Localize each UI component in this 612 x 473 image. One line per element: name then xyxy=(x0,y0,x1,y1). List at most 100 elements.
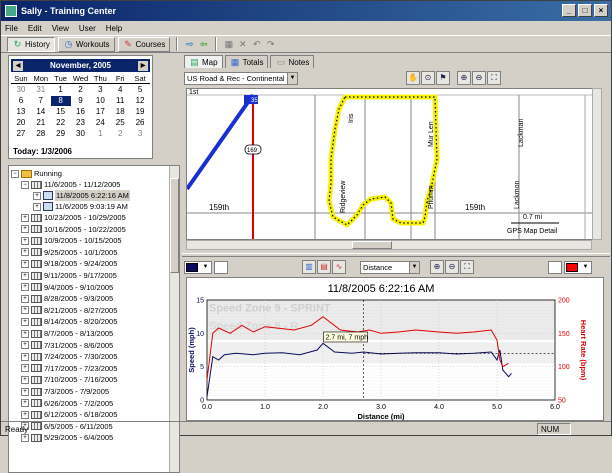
tree-week[interactable]: +9/18/2005 - 9/24/2005 xyxy=(21,258,117,269)
expand-icon[interactable]: + xyxy=(21,352,29,361)
tree-week[interactable]: +6/12/2005 - 6/18/2005 xyxy=(21,409,117,420)
tree-week[interactable]: +8/7/2005 - 8/13/2005 xyxy=(21,328,113,339)
menu-edit[interactable]: Edit xyxy=(28,24,42,33)
tree-week[interactable]: +9/11/2005 - 9/17/2005 xyxy=(21,270,117,281)
redo-icon[interactable]: ↷ xyxy=(265,39,276,50)
chart-zoom-out-icon[interactable]: ⊖ xyxy=(445,260,459,274)
workouts-button[interactable]: ◷ Workouts xyxy=(57,36,115,52)
chart-zoom-in-icon[interactable]: ⊕ xyxy=(430,260,444,274)
right-color-picker[interactable]: ▼ xyxy=(564,260,592,274)
calendar-day[interactable]: 31 xyxy=(31,85,51,95)
map-horizontal-scrollbar[interactable] xyxy=(186,240,592,250)
tree-week[interactable]: +10/23/2005 - 10/29/2005 xyxy=(21,212,126,223)
zoom-in-icon[interactable]: ⊕ xyxy=(457,71,471,85)
chart-view[interactable]: Speed Zone 9 - SPRINT Speed Zone 8 - R 11/… xyxy=(186,277,604,421)
expand-icon[interactable]: + xyxy=(21,213,29,222)
calendar-day[interactable]: 12 xyxy=(130,96,150,106)
courses-button[interactable]: ✎ Courses xyxy=(117,36,171,52)
calendar-day[interactable]: 23 xyxy=(71,118,91,128)
chart-grid-icon[interactable]: ▥ xyxy=(302,260,316,274)
menu-file[interactable]: File xyxy=(5,24,18,33)
tree-activity[interactable]: +11/6/2005 9:03:19 AM xyxy=(33,201,128,212)
tree-week[interactable]: +10/9/2005 - 10/15/2005 xyxy=(21,235,122,246)
tree-week[interactable]: +8/21/2005 - 8/27/2005 xyxy=(21,305,117,316)
tree-activity[interactable]: +11/8/2005 6:22:16 AM xyxy=(33,190,130,201)
undo-icon[interactable]: ↶ xyxy=(251,39,262,50)
tree-week[interactable]: +7/17/2005 - 7/23/2005 xyxy=(21,363,117,374)
zoom-out-icon[interactable]: ⊖ xyxy=(472,71,486,85)
calendar-day[interactable]: 26 xyxy=(130,118,150,128)
map-vertical-scrollbar[interactable] xyxy=(592,88,602,240)
expand-icon[interactable]: + xyxy=(21,375,29,384)
calendar-day[interactable]: 27 xyxy=(11,129,31,139)
calendar-day[interactable]: 9 xyxy=(71,96,91,106)
calendar-day[interactable]: 1 xyxy=(90,129,110,139)
flag-icon[interactable]: ⚑ xyxy=(436,71,450,85)
calendar-day[interactable]: 3 xyxy=(90,85,110,95)
calendar-day[interactable]: 21 xyxy=(31,118,51,128)
expand-icon[interactable]: + xyxy=(21,317,29,326)
expand-icon[interactable]: + xyxy=(21,248,29,257)
calendar-day[interactable]: 30 xyxy=(71,129,91,139)
expand-icon[interactable]: + xyxy=(21,294,29,303)
today-link[interactable]: Today: 1/3/2006 xyxy=(13,147,72,156)
send-to-device-icon[interactable]: ⇨ xyxy=(184,39,195,50)
calendar-day[interactable]: 24 xyxy=(90,118,110,128)
expand-icon[interactable]: + xyxy=(21,283,29,292)
calendar-day[interactable]: 14 xyxy=(31,107,51,117)
calendar-day[interactable]: 19 xyxy=(130,107,150,117)
expand-icon[interactable]: + xyxy=(21,236,29,245)
tree-week[interactable]: +7/24/2005 - 7/30/2005 xyxy=(21,351,117,362)
left-color-picker[interactable]: ▼ xyxy=(184,260,212,274)
calendar-day[interactable]: 25 xyxy=(110,118,130,128)
calendar-day[interactable]: 29 xyxy=(51,129,71,139)
expand-icon[interactable]: + xyxy=(21,329,29,338)
calendar-day[interactable]: 1 xyxy=(51,85,71,95)
expand-icon[interactable]: + xyxy=(21,399,29,408)
maximize-button[interactable]: □ xyxy=(578,4,592,17)
tree-root[interactable]: − Running xyxy=(11,168,62,179)
chart-smooth-icon[interactable]: ∿ xyxy=(332,260,346,274)
expand-icon[interactable]: + xyxy=(33,191,41,200)
calendar-day[interactable]: 2 xyxy=(71,85,91,95)
expand-icon[interactable]: + xyxy=(21,271,29,280)
calendar-day[interactable]: 28 xyxy=(31,129,51,139)
tree-week[interactable]: +7/3/2005 - 7/9/2005 xyxy=(21,386,109,397)
x-axis-select[interactable]: Distance ▼ xyxy=(360,260,420,274)
chart-zoom-fit-icon[interactable]: ⛶ xyxy=(460,260,474,274)
calendar-day[interactable]: 20 xyxy=(11,118,31,128)
calendar-day[interactable]: 11 xyxy=(110,96,130,106)
select-icon[interactable]: ⊙ xyxy=(421,71,435,85)
tree-week[interactable]: +9/25/2005 - 10/1/2005 xyxy=(21,247,117,258)
calendar-day[interactable]: 6 xyxy=(11,96,31,106)
expand-icon[interactable]: + xyxy=(33,202,41,211)
calendar-day[interactable]: 3 xyxy=(130,129,150,139)
collapse-icon[interactable]: − xyxy=(11,169,19,178)
calendar-day[interactable]: 2 xyxy=(110,129,130,139)
map-view[interactable]: 1st 35 169 159th 159th Mur Len Pflumm La… xyxy=(186,88,602,240)
calendar-day[interactable]: 22 xyxy=(51,118,71,128)
tree-week[interactable]: +9/4/2005 - 9/10/2005 xyxy=(21,282,113,293)
expand-icon[interactable]: + xyxy=(21,259,29,268)
map-layer-select[interactable]: US Road & Rec - Continental US ▼ xyxy=(184,71,298,85)
expand-icon[interactable]: + xyxy=(21,341,29,350)
calendar-day[interactable]: 5 xyxy=(130,85,150,95)
pane-splitter[interactable] xyxy=(182,253,610,257)
calendar-day[interactable]: 10 xyxy=(90,96,110,106)
tab-notes[interactable]: ▭ Notes xyxy=(270,55,315,68)
tree-week[interactable]: +8/28/2005 - 9/3/2005 xyxy=(21,293,113,304)
tree-week-open[interactable]: − 11/6/2005 - 11/12/2005 xyxy=(21,179,120,190)
tab-totals[interactable]: ▦ Totals xyxy=(224,55,269,68)
calendar-day[interactable]: 15 xyxy=(51,107,71,117)
left-line-picker[interactable] xyxy=(214,260,228,274)
calendar-day[interactable]: 30 xyxy=(11,85,31,95)
prev-month-icon[interactable]: ◀ xyxy=(13,60,23,71)
minimize-button[interactable]: _ xyxy=(562,4,576,17)
receive-from-device-icon[interactable]: ⇦ xyxy=(198,39,209,50)
calendar-day[interactable]: 8 xyxy=(50,96,71,106)
menu-help[interactable]: Help xyxy=(106,24,122,33)
pan-icon[interactable]: ✋ xyxy=(406,71,420,85)
tree-week[interactable]: +6/26/2005 - 7/2/2005 xyxy=(21,398,113,409)
expand-icon[interactable]: + xyxy=(21,225,29,234)
menu-view[interactable]: View xyxy=(52,24,69,33)
